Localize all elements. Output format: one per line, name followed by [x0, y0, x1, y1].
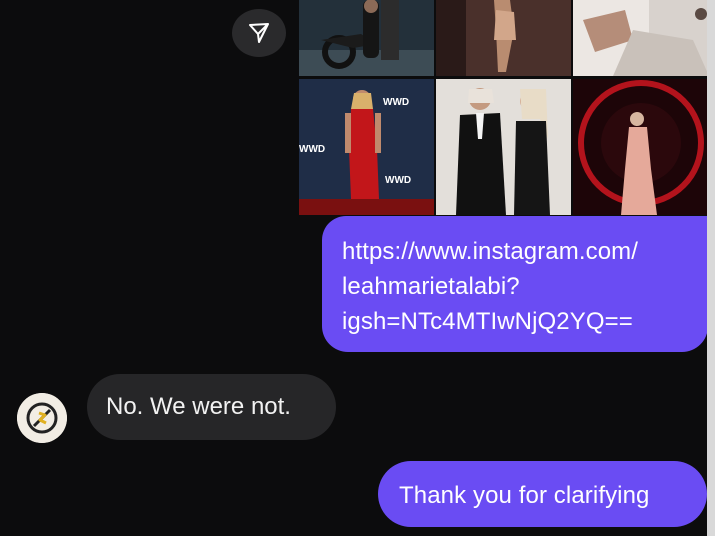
- wwd-logo-1: WWD: [383, 97, 409, 108]
- screen-edge: [707, 0, 715, 536]
- photo-two-women-black-outfits[interactable]: [436, 79, 571, 215]
- photo-red-dress-wwd[interactable]: WWD WWD WWD: [299, 79, 434, 215]
- link-line-2[interactable]: leahmarietalabi?: [342, 269, 708, 304]
- contact-avatar[interactable]: [17, 393, 67, 443]
- photo-woman-pose[interactable]: [436, 0, 571, 76]
- message-outgoing-thanks[interactable]: Thank you for clarifying: [378, 461, 707, 527]
- photo-pink-dress-red-backdrop-image: [573, 79, 709, 215]
- photo-woman-white-room[interactable]: [573, 0, 709, 76]
- wwd-logo-3: WWD: [385, 175, 411, 186]
- message-outgoing-link[interactable]: https://www.instagram.com/ leahmarietala…: [322, 216, 708, 352]
- link-line-1[interactable]: https://www.instagram.com/: [342, 234, 708, 269]
- photo-man-motorcycle-image: [299, 0, 434, 76]
- avatar-logo-icon: [17, 393, 67, 443]
- link-line-3[interactable]: igsh=NTc4MTIwNjQ2YQ==: [342, 304, 708, 339]
- paper-plane-icon: [249, 23, 269, 43]
- photo-woman-white-room-image: [573, 0, 709, 76]
- wwd-logo-2: WWD: [299, 144, 325, 155]
- chat-screen: WWD WWD WWD https://www.instagram.com/ l…: [0, 0, 715, 536]
- photo-pink-dress-red-backdrop[interactable]: [573, 79, 709, 215]
- photo-red-dress-wwd-image: WWD WWD WWD: [299, 79, 434, 215]
- photo-man-motorcycle[interactable]: [299, 0, 434, 76]
- shared-post-photo-grid[interactable]: WWD WWD WWD: [299, 0, 709, 215]
- photo-two-women-black-outfits-image: [436, 79, 571, 215]
- message-incoming[interactable]: No. We were not.: [87, 374, 336, 440]
- share-button[interactable]: [232, 9, 286, 57]
- photo-woman-pose-image: [436, 0, 571, 76]
